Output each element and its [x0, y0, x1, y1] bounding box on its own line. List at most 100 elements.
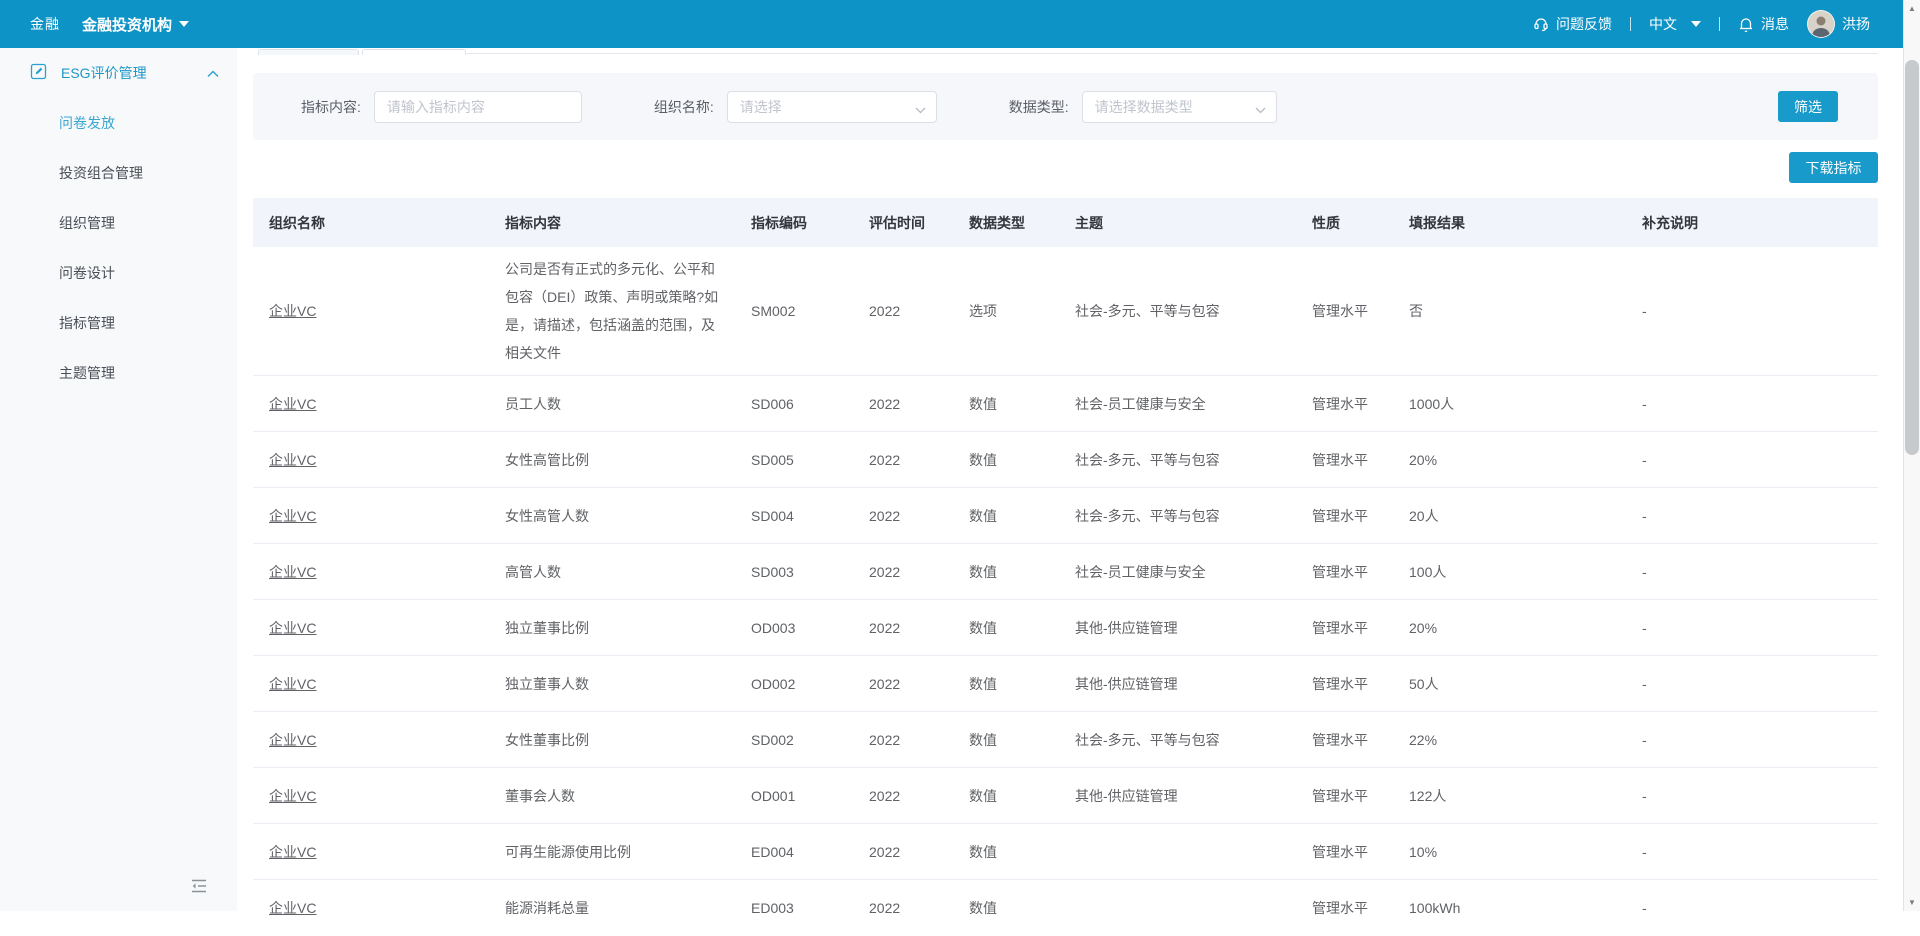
column-header: 填报结果: [1393, 198, 1626, 247]
table-cell: 企业VC: [253, 599, 489, 656]
org-name-link[interactable]: 企业VC: [269, 900, 316, 916]
sidebar-item-link[interactable]: 投资组合管理: [0, 148, 237, 198]
table-row: 企业VC 公司是否有正式的多元化、公平和包容（DEI）政策、声明或策略?如是，请描…: [253, 247, 1878, 376]
table-cell: 员工人数: [489, 375, 735, 432]
user-menu[interactable]: 洪扬: [1807, 10, 1870, 38]
table-cell: 数值: [953, 487, 1059, 544]
table-cell: 女性董事比例: [489, 711, 735, 768]
table-cell: 管理水平: [1296, 599, 1393, 656]
tab-active-clipped[interactable]: [258, 49, 359, 55]
language-switcher[interactable]: 中文: [1649, 14, 1701, 34]
column-header: 补充说明: [1626, 198, 1878, 247]
filter-indicator-content: 指标内容:: [301, 90, 582, 123]
org-name-link[interactable]: 企业VC: [269, 564, 316, 580]
table-cell: 社会-员工健康与安全: [1059, 543, 1296, 600]
main-content: 指标内容: 组织名称: 请选择 数据类型: 请选择数据类型 筛选 下载指标: [237, 48, 1903, 916]
column-header: 评估时间: [853, 198, 953, 247]
indicators-table: 组织名称 指标内容 指标编码 评估时间 数据类型 主题 性质 填报结果 补充说明 企业VC 公司是…: [253, 198, 1878, 936]
table-cell: -: [1626, 431, 1878, 488]
table-cell: [1059, 880, 1296, 936]
org-name-link[interactable]: 企业VC: [269, 396, 316, 412]
table-cell: ED004: [735, 823, 853, 880]
indicator-content-input[interactable]: [373, 90, 582, 123]
data-type-select[interactable]: 请选择数据类型: [1081, 90, 1277, 123]
table-cell: 社会-多元、平等与包容: [1059, 711, 1296, 768]
org-name-link[interactable]: 企业VC: [269, 303, 316, 319]
sidebar-item-link[interactable]: 主题管理: [0, 348, 237, 398]
table-row: 企业VC 高管人数 SD003 2022 数值 社会-员工健康与安全 管理水平 100人 -: [253, 543, 1878, 600]
table-cell: 2022: [853, 767, 953, 824]
table-cell: 数值: [953, 543, 1059, 600]
org-name-link[interactable]: 企业VC: [269, 508, 316, 524]
table-cell: 2022: [853, 823, 953, 880]
table-cell: 选项: [953, 247, 1059, 376]
org-name-link[interactable]: 企业VC: [269, 844, 316, 860]
data-type-select-placeholder: 请选择数据类型: [1094, 98, 1193, 115]
table-row: 企业VC 女性董事比例 SD002 2022 数值 社会-多元、平等与包容 管理水平 22% -: [253, 711, 1878, 768]
org-name-select-placeholder: 请选择: [739, 98, 782, 115]
messages-button[interactable]: 消息: [1738, 14, 1789, 34]
table-cell: SD005: [735, 431, 853, 488]
table-cell: OD001: [735, 767, 853, 824]
table-row: 企业VC 可再生能源使用比例 ED004 2022 数值 管理水平 10% -: [253, 823, 1878, 880]
table-cell: 企业VC: [253, 431, 489, 488]
table-cell: 社会-多元、平等与包容: [1059, 487, 1296, 544]
table-row: 企业VC 员工人数 SD006 2022 数值 社会-员工健康与安全 管理水平 1000人 -: [253, 375, 1878, 432]
org-switcher[interactable]: 金融投资机构: [82, 14, 190, 35]
table-actions: 下载指标: [253, 152, 1878, 183]
table-cell: 其他-供应链管理: [1059, 767, 1296, 824]
table-cell: 管理水平: [1312, 899, 1368, 916]
table-cell: 20人: [1393, 487, 1626, 544]
table-cell: -: [1626, 543, 1878, 600]
chevron-up-icon: [207, 65, 219, 81]
org-name-link[interactable]: 企业VC: [269, 452, 316, 468]
table-cell: ED003: [751, 899, 794, 916]
scroll-down-arrow-icon[interactable]: ▼: [1904, 894, 1920, 911]
org-name-link[interactable]: 企业VC: [269, 676, 316, 692]
table-cell: 数值: [953, 711, 1059, 768]
table-cell: 管理水平: [1296, 655, 1393, 712]
sidebar-item-active[interactable]: 问卷发放: [0, 98, 237, 148]
feedback-label: 问题反馈: [1556, 16, 1612, 32]
table-cell: SD003: [735, 543, 853, 600]
org-name-link[interactable]: 企业VC: [269, 732, 316, 748]
org-name-link[interactable]: 企业VC: [269, 788, 316, 804]
tab-clipped[interactable]: [362, 49, 466, 55]
sidebar-item-link[interactable]: 指标管理: [0, 298, 237, 348]
table-cell: 2022: [853, 247, 953, 376]
scrollbar-thumb[interactable]: [1905, 60, 1919, 455]
table-row: 企业VC 女性高管比例 SD005 2022 数值 社会-多元、平等与包容 管理水平 20% -: [253, 431, 1878, 488]
table-cell: 数值: [953, 767, 1059, 824]
table-row: 企业VC 能源消耗总量 ED003 2022 数值 管理水平 100kWh -: [253, 880, 1878, 936]
table-cell: 2022: [853, 487, 953, 544]
username: 洪扬: [1842, 16, 1870, 32]
table-cell: 数值: [969, 899, 997, 916]
sidebar-item-link[interactable]: 问卷设计: [0, 248, 237, 298]
sidebar-section-esg[interactable]: ESG评价管理: [0, 48, 237, 98]
scroll-up-arrow-icon[interactable]: ▲: [1904, 0, 1920, 17]
org-name-link[interactable]: 企业VC: [269, 620, 316, 636]
table-cell: 2022: [853, 375, 953, 432]
table-cell: 企业VC: [253, 823, 489, 880]
vertical-scrollbar[interactable]: ▲ ▼: [1903, 0, 1920, 911]
table-cell: 100kWh: [1409, 899, 1461, 916]
sidebar-item-link[interactable]: 组织管理: [0, 198, 237, 248]
table-cell: OD003: [735, 599, 853, 656]
table-cell: 数值: [953, 599, 1059, 656]
user-avatar: [1807, 10, 1835, 38]
filter-bar: 指标内容: 组织名称: 请选择 数据类型: 请选择数据类型 筛选: [253, 73, 1878, 140]
org-name-select[interactable]: 请选择: [726, 90, 937, 123]
table-cell: 企业VC: [253, 655, 489, 712]
download-indicators-button[interactable]: 下载指标: [1789, 152, 1878, 183]
table-cell: [1059, 823, 1296, 880]
collapse-sidebar-button[interactable]: [186, 873, 212, 899]
table-row: 企业VC 董事会人数 OD001 2022 数值 其他-供应链管理 管理水平 122人 -: [253, 767, 1878, 824]
sidebar: ESG评价管理 问卷发放 投资组合管理 组织管理 问卷设计 指标管理 主题管理: [0, 48, 237, 911]
caret-down-icon: [179, 21, 190, 27]
table-cell: 企业VC: [253, 767, 489, 824]
filter-data-type: 数据类型: 请选择数据类型: [1009, 90, 1277, 123]
filter-button[interactable]: 筛选: [1778, 91, 1838, 122]
table-cell: 20%: [1393, 431, 1626, 488]
table-body: 企业VC 公司是否有正式的多元化、公平和包容（DEI）政策、声明或策略?如是，请描…: [253, 247, 1878, 936]
feedback-button[interactable]: 问题反馈: [1533, 14, 1612, 34]
